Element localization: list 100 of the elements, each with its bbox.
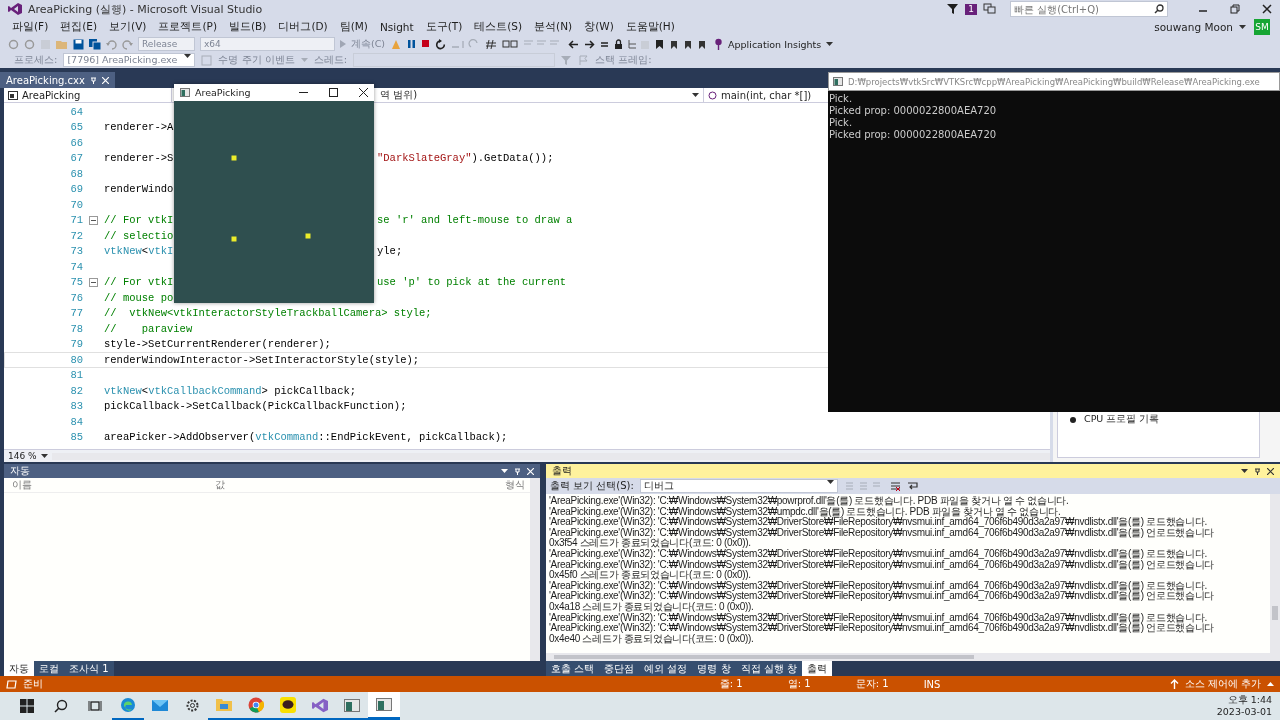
panel-tab[interactable]: 출력 [801,661,832,676]
scope-dropdown[interactable]: 역 범위) [376,88,704,102]
collapse-icon[interactable] [89,215,98,225]
close-icon[interactable] [1262,4,1272,14]
scrollbar[interactable] [1270,494,1280,653]
code-line: renderWindo [104,183,174,196]
task-view-icon[interactable] [88,699,102,713]
line-indicator: 줄: 1 [719,677,744,691]
column-header[interactable]: 이름 [4,478,207,492]
line-number: 71 [69,214,83,227]
clock-date[interactable]: 2023-03-01 [1216,706,1272,718]
app-icon [344,698,360,712]
pin-icon[interactable] [714,38,724,50]
line-number: 83 [69,400,83,413]
column-header[interactable]: 형식 [497,478,530,492]
output-source-dropdown[interactable]: 디버그 [639,479,838,493]
menu-item[interactable]: 창(W) [578,20,620,34]
menu-item[interactable]: 파일(F) [6,20,55,34]
bookmark-icon[interactable] [655,38,665,50]
output-line: 'AreaPicking.exe'(Win32): 'C:₩Windows₩System32₩DriverStore₩FileRepository₩nvsmui.inf_amd64_706f6b490d3a2a97₩nvdlistx.dll'을(를) 언로드했습니다 [549,623,1216,634]
caret-icon[interactable] [1239,24,1246,30]
feedback-icon[interactable] [983,3,996,15]
search-icon[interactable] [54,699,68,713]
close-icon[interactable] [1267,467,1274,475]
member-dropdown[interactable]: main(int, char *[]) [704,88,828,102]
arrow-right-icon[interactable] [584,38,596,50]
panel-tab[interactable]: 명령 창 [692,661,736,676]
maximize-icon[interactable] [329,88,338,97]
output-line: 'AreaPicking.exe'(Win32): 'C:₩Windows₩System32₩DriverStore₩FileRepository₩nvsmui.inf_amd64_706f6b490d3a2a97₩nvdlistx.dll'을(를) 로드했습니다. [549,548,1207,560]
panel-tab[interactable]: 조사식 1 [64,661,114,676]
pause-icon[interactable] [407,39,417,49]
scrollbar[interactable] [546,653,1280,661]
menu-item[interactable]: 편집(E) [54,20,104,34]
start-icon[interactable] [20,699,34,713]
code-line: // For vtkI [104,214,174,227]
menu-item[interactable]: 빌드(B) [223,20,273,34]
stop-icon[interactable] [421,39,431,49]
console-line: Picked prop: 0000022800AEA720 [829,105,998,117]
menu-item[interactable]: 테스트(S) [468,20,529,34]
arrow-left-icon[interactable] [568,38,580,50]
column-header[interactable]: 값 [207,478,497,492]
clock-time[interactable]: 오후 1:44 [1227,694,1272,706]
quick-launch-field[interactable]: 빠른 실행(Ctrl+Q) [1010,1,1168,17]
taskbar-app[interactable] [368,692,400,720]
column-indicator: 열: 1 [787,677,812,691]
caret-icon[interactable] [501,468,508,474]
code-line: // paraview [104,322,193,335]
caret-icon[interactable] [826,41,834,47]
filter-icon[interactable] [947,3,960,15]
panel-tab[interactable]: 예외 설정 [639,661,693,676]
menu-item[interactable]: 도구(T) [419,20,469,34]
console-line: Picked prop: 0000022800AEA720 [829,129,998,141]
panel-tab[interactable]: 로컬 [34,661,64,676]
close-icon[interactable] [359,88,368,97]
line-number: 84 [69,415,83,428]
code-line: vtkNew<vtkCallbackCommand> pickCallback; [104,384,357,397]
layout-icon[interactable] [502,39,519,49]
menu-item[interactable]: 프로젝트(P) [152,20,223,34]
output-line: 0x4e40 스레드가 종료되었습니다(코드: 0 (0x0)). [549,633,754,645]
scrollbar[interactable] [52,452,1050,460]
application-insights-button[interactable]: Application Insights [728,38,822,50]
window-title: AreaPicking [195,87,251,98]
panel-tab[interactable]: 호출 스택 [546,661,600,676]
menu-item[interactable]: 도움말(H) [619,20,681,34]
account-name[interactable]: souwang Moon [1154,21,1233,33]
menu-item[interactable]: 팀(M) [333,20,374,34]
pin-icon[interactable] [1254,467,1261,475]
line-number: 77 [69,307,83,320]
panel-tab[interactable]: 직접 실행 창 [735,661,802,676]
restore-icon[interactable] [1230,4,1240,14]
notification-badge[interactable]: 1 [965,3,977,15]
project-dropdown[interactable]: AreaPicking [4,88,172,102]
save-all-icon[interactable] [89,38,101,50]
restart-icon[interactable] [435,38,447,50]
collapse-icon[interactable] [89,277,98,287]
caret-icon [826,480,834,485]
code-line: // For vtkI [104,276,174,289]
menu-item[interactable]: 분석(N) [528,20,579,34]
line-number: 67 [69,152,83,165]
menu-item[interactable]: Nsight [373,21,420,33]
clear-all-icon[interactable] [889,480,901,492]
lock-icon[interactable] [614,38,624,50]
save-icon[interactable] [73,38,84,50]
stack-frame-label: 스택 프레임: [595,53,652,67]
panel-tab[interactable]: 자동 [4,661,34,676]
hex-icon[interactable] [486,38,498,50]
code-line: se 'r' and left-mouse to draw a [377,214,573,227]
add-to-source-control-button[interactable]: 소스 제어에 추가 [1184,677,1261,691]
visual-studio-logo-icon [312,697,328,713]
arrow-up-icon[interactable] [1169,679,1179,689]
menu-item[interactable]: 디버그(D) [272,20,334,34]
word-wrap-icon[interactable] [906,480,918,492]
zoom-dropdown[interactable]: 146 % [4,451,52,461]
caret-icon[interactable] [1241,468,1248,474]
menu-item[interactable]: 보기(V) [103,20,153,34]
console-line: Pick. [829,117,854,129]
code-line: renderer->S [104,152,174,165]
process-label: 프로세스: [14,53,58,67]
panel-tab[interactable]: 중단점 [599,661,640,676]
scrollbar[interactable] [530,478,540,661]
